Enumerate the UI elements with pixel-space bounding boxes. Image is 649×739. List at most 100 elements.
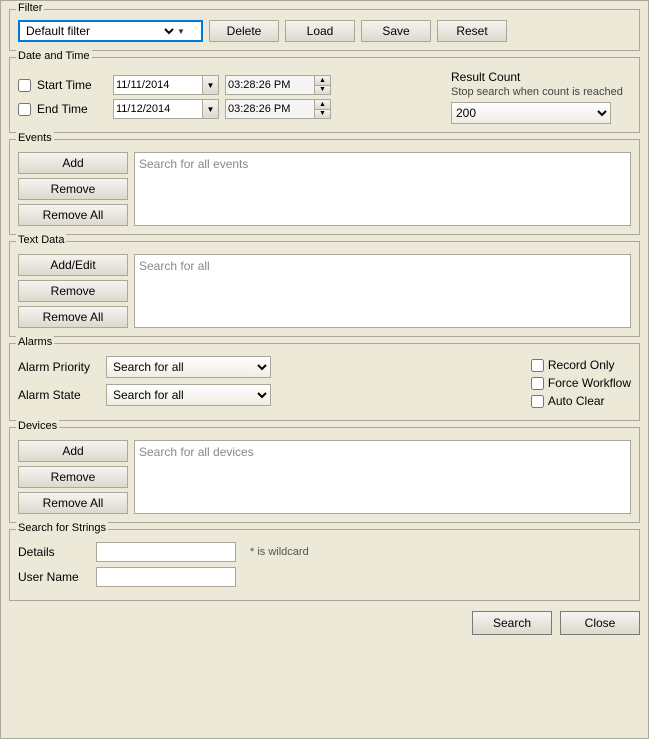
alarm-state-label: Alarm State xyxy=(18,388,98,402)
result-count-select-wrapper: 200 100 500 1000 xyxy=(451,102,631,124)
events-section: Events Add Remove Remove All Search for … xyxy=(9,139,640,235)
username-label: User Name xyxy=(18,570,88,584)
start-date-input[interactable] xyxy=(113,75,203,95)
end-time-spin-down[interactable]: ▼ xyxy=(315,110,330,119)
record-only-label: Record Only xyxy=(548,358,615,372)
alarms-label: Alarms xyxy=(16,336,54,348)
end-time-spin-up[interactable]: ▲ xyxy=(315,100,330,110)
devices-remove-button[interactable]: Remove xyxy=(18,466,128,488)
start-date-arrow[interactable]: ▼ xyxy=(203,75,219,95)
alarm-state-select[interactable]: Search for all Active Acknowledged Clear… xyxy=(106,384,271,406)
username-row: User Name xyxy=(18,567,631,587)
search-strings-section: Search for Strings Details * is wildcard… xyxy=(9,529,640,601)
auto-clear-label: Auto Clear xyxy=(548,394,605,408)
end-time-input[interactable] xyxy=(225,99,315,119)
text-data-label: Text Data xyxy=(16,234,66,246)
delete-button[interactable]: Delete xyxy=(209,20,279,42)
text-data-add-edit-button[interactable]: Add/Edit xyxy=(18,254,128,276)
events-row: Add Remove Remove All Search for all eve… xyxy=(18,152,631,226)
details-row: Details * is wildcard xyxy=(18,542,631,562)
devices-label: Devices xyxy=(16,420,59,432)
text-data-placeholder: Search for all xyxy=(139,259,210,273)
end-time-row: End Time ▼ ▲ ▼ xyxy=(18,99,451,119)
filter-select-wrapper[interactable]: Default filter ▼ xyxy=(18,20,203,42)
start-time-checkbox[interactable] xyxy=(18,79,31,92)
alarm-priority-select[interactable]: Search for all Low Medium High xyxy=(106,356,271,378)
bottom-row: Search Close xyxy=(9,611,640,635)
events-placeholder: Search for all events xyxy=(139,157,248,171)
filter-label: Filter xyxy=(16,2,44,14)
force-workflow-label: Force Workflow xyxy=(548,376,631,390)
devices-display-area: Search for all devices xyxy=(134,440,631,514)
datetime-label: Date and Time xyxy=(16,50,92,62)
start-time-spin-btns: ▲ ▼ xyxy=(315,75,331,95)
text-data-section: Text Data Add/Edit Remove Remove All Sea… xyxy=(9,241,640,337)
text-data-display-area: Search for all xyxy=(134,254,631,328)
alarms-left: Alarm Priority Search for all Low Medium… xyxy=(18,356,521,412)
devices-buttons: Add Remove Remove All xyxy=(18,440,128,514)
datetime-row: Start Time ▼ ▲ ▼ xyxy=(18,70,631,124)
reset-button[interactable]: Reset xyxy=(437,20,507,42)
devices-placeholder: Search for all devices xyxy=(139,445,254,459)
details-label: Details xyxy=(18,545,88,559)
filter-dropdown-arrow: ▼ xyxy=(177,27,185,36)
events-add-button[interactable]: Add xyxy=(18,152,128,174)
alarms-right: Record Only Force Workflow Auto Clear xyxy=(531,356,631,412)
alarm-priority-label: Alarm Priority xyxy=(18,360,98,374)
text-data-row: Add/Edit Remove Remove All Search for al… xyxy=(18,254,631,328)
username-input[interactable] xyxy=(96,567,236,587)
start-time-spin-down[interactable]: ▼ xyxy=(315,86,330,95)
auto-clear-row: Auto Clear xyxy=(531,394,631,408)
record-only-row: Record Only xyxy=(531,358,631,372)
search-button[interactable]: Search xyxy=(472,611,552,635)
text-data-remove-all-button[interactable]: Remove All xyxy=(18,306,128,328)
result-count-select[interactable]: 200 100 500 1000 xyxy=(451,102,611,124)
devices-remove-all-button[interactable]: Remove All xyxy=(18,492,128,514)
alarm-priority-row: Alarm Priority Search for all Low Medium… xyxy=(18,356,521,378)
result-count-desc: Stop search when count is reached xyxy=(451,86,631,98)
details-input[interactable] xyxy=(96,542,236,562)
devices-section: Devices Add Remove Remove All Search for… xyxy=(9,427,640,523)
events-buttons: Add Remove Remove All xyxy=(18,152,128,226)
end-date-input[interactable] xyxy=(113,99,203,119)
alarms-content: Alarm Priority Search for all Low Medium… xyxy=(18,356,631,412)
force-workflow-checkbox[interactable] xyxy=(531,377,544,390)
result-count-title: Result Count xyxy=(451,70,631,84)
events-remove-button[interactable]: Remove xyxy=(18,178,128,200)
end-time-wrapper: ▲ ▼ xyxy=(225,99,331,119)
save-button[interactable]: Save xyxy=(361,20,431,42)
result-count-section: Result Count Stop search when count is r… xyxy=(451,70,631,124)
auto-clear-checkbox[interactable] xyxy=(531,395,544,408)
record-only-checkbox[interactable] xyxy=(531,359,544,372)
filter-row: Default filter ▼ Delete Load Save Reset xyxy=(18,20,631,42)
events-label: Events xyxy=(16,132,54,144)
end-time-checkbox[interactable] xyxy=(18,103,31,116)
end-time-spin-btns: ▲ ▼ xyxy=(315,99,331,119)
datetime-left: Start Time ▼ ▲ ▼ xyxy=(18,75,451,119)
devices-row: Add Remove Remove All Search for all dev… xyxy=(18,440,631,514)
strings-content: Details * is wildcard User Name xyxy=(18,542,631,587)
start-time-row: Start Time ▼ ▲ ▼ xyxy=(18,75,451,95)
datetime-section: Date and Time Start Time ▼ ▲ ▼ xyxy=(9,57,640,133)
start-time-input[interactable] xyxy=(225,75,315,95)
text-data-remove-button[interactable]: Remove xyxy=(18,280,128,302)
filter-dropdown[interactable]: Default filter xyxy=(22,23,177,39)
close-button[interactable]: Close xyxy=(560,611,640,635)
alarm-state-row: Alarm State Search for all Active Acknow… xyxy=(18,384,521,406)
end-date-arrow[interactable]: ▼ xyxy=(203,99,219,119)
load-button[interactable]: Load xyxy=(285,20,355,42)
events-display-area: Search for all events xyxy=(134,152,631,226)
end-time-label: End Time xyxy=(37,102,107,116)
start-time-spin-up[interactable]: ▲ xyxy=(315,76,330,86)
main-window: Filter Default filter ▼ Delete Load Save… xyxy=(0,0,649,739)
search-strings-label: Search for Strings xyxy=(16,522,108,534)
filter-section: Filter Default filter ▼ Delete Load Save… xyxy=(9,9,640,51)
start-time-label: Start Time xyxy=(37,78,107,92)
alarms-section: Alarms Alarm Priority Search for all Low… xyxy=(9,343,640,421)
start-date-wrapper: ▼ xyxy=(113,75,219,95)
devices-add-button[interactable]: Add xyxy=(18,440,128,462)
start-time-wrapper: ▲ ▼ xyxy=(225,75,331,95)
events-remove-all-button[interactable]: Remove All xyxy=(18,204,128,226)
end-date-wrapper: ▼ xyxy=(113,99,219,119)
wildcard-note: * is wildcard xyxy=(250,546,309,558)
